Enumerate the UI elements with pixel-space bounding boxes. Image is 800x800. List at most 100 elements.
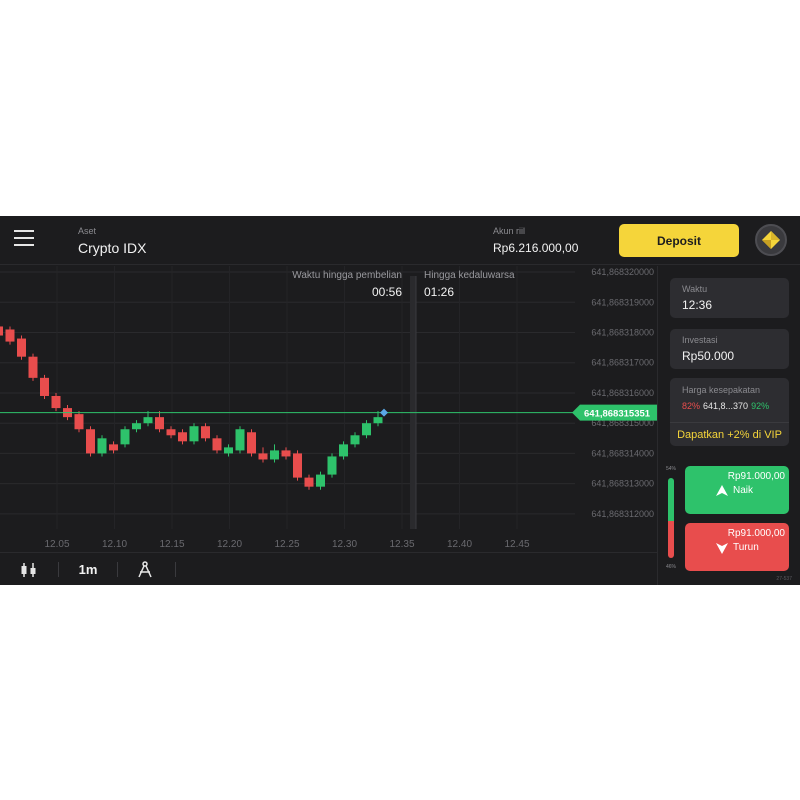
candle-down — [304, 477, 314, 487]
chart-type-button[interactable] — [14, 553, 44, 585]
payout-label: Harga kesepakatan — [682, 385, 761, 395]
y-tick-label: 641,868312000 — [591, 509, 654, 519]
investment-label: Investasi — [682, 335, 718, 345]
y-tick-label: 641,868314000 — [591, 448, 654, 458]
candle-down — [281, 450, 291, 457]
candle-up — [270, 450, 279, 460]
chart-canvas[interactable]: Waktu hingga pembelian 00:56 Hingga keda… — [0, 266, 657, 552]
down-button[interactable]: Rp91.000,00 Turun — [685, 523, 789, 571]
payout-low: 82% — [682, 401, 701, 411]
purchase-timer-label: Waktu hingga pembelian — [292, 270, 402, 281]
expiry-value: 01:26 — [424, 285, 454, 299]
down-label: Turun — [733, 542, 759, 553]
chart-toolbar: 1m — [0, 552, 657, 585]
candle-down — [86, 429, 95, 454]
up-button[interactable]: Rp91.000,00 Naik — [685, 466, 789, 514]
arrow-up-icon — [716, 485, 728, 496]
candle-up — [362, 423, 371, 436]
x-tick-label: 12.25 — [274, 539, 299, 550]
payout-high: 92% — [751, 401, 770, 411]
y-tick-label: 641,868319000 — [591, 297, 654, 307]
candle-down — [109, 444, 118, 451]
y-tick-label: 641,868316000 — [591, 388, 654, 398]
down-payout-amount: Rp91.000,00 — [727, 528, 785, 539]
y-tick-label: 641,868318000 — [591, 328, 654, 338]
candle-down — [166, 429, 176, 436]
sentiment-up-fill — [668, 478, 674, 522]
current-price-label: 641,868315351 — [584, 409, 651, 420]
sentiment-down-label: 46% — [666, 564, 677, 570]
deposit-button[interactable]: Deposit — [619, 224, 739, 257]
candle-up — [224, 447, 233, 454]
candle-up — [97, 438, 107, 454]
time-label: Waktu — [682, 284, 708, 294]
time-value: 12:36 — [682, 298, 713, 312]
candle-up — [373, 417, 383, 424]
asset-selector[interactable]: Crypto IDX — [78, 240, 146, 256]
payout-row: 82% 641,8...370 92% — [682, 401, 769, 411]
candle-down — [74, 414, 84, 430]
candle-up — [316, 474, 325, 487]
purchase-timer-value: 00:56 — [372, 285, 402, 299]
candle-down — [28, 356, 38, 378]
candle-down — [201, 426, 210, 439]
expiry-zone — [410, 276, 416, 529]
candle-down — [212, 438, 222, 451]
menu-icon[interactable] — [14, 230, 34, 248]
footer-note: 27-537 — [776, 576, 792, 582]
candle-down — [155, 417, 164, 430]
candle-down — [178, 432, 187, 442]
sentiment-bar — [668, 478, 674, 558]
investment-value: Rp50.000 — [682, 349, 735, 363]
candle-down — [51, 395, 61, 409]
candle-up — [120, 429, 130, 445]
x-tick-label: 12.10 — [102, 539, 127, 550]
candle-up — [327, 456, 337, 475]
payout-price: 641,8...370 — [703, 401, 749, 411]
account-balance[interactable]: Rp6.216.000,00 — [493, 241, 578, 255]
asset-label: Aset — [78, 226, 97, 236]
account-label: Akun riil — [493, 226, 526, 236]
y-tick-label: 641,868320000 — [591, 267, 654, 277]
investment-field[interactable]: Investasi Rp50.000 — [670, 329, 789, 369]
sentiment-up-label: 54% — [666, 466, 677, 472]
up-payout-amount: Rp91.000,00 — [727, 471, 785, 482]
candle-up — [132, 423, 141, 430]
candle-down — [5, 329, 15, 342]
candle-down — [258, 453, 268, 460]
x-tick-label: 12.05 — [44, 539, 69, 550]
payout-field: Harga kesepakatan 82% 641,8...370 92% Dapa… — [670, 378, 789, 446]
expiry-label: Hingga kedaluwarsa — [424, 270, 515, 281]
candle-up — [189, 426, 199, 442]
vip-status-button[interactable] — [755, 224, 787, 256]
trade-panel: Waktu 12:36 Investasi Rp50.000 Harga kes… — [657, 266, 800, 585]
time-field[interactable]: Waktu 12:36 — [670, 278, 789, 318]
x-tick-label: 12.15 — [159, 539, 184, 550]
drawing-compass-icon — [138, 560, 152, 577]
vip-offer-link[interactable]: Dapatkan +2% di VIP — [670, 422, 789, 446]
price-chart[interactable]: Waktu hingga pembelian 00:56 Hingga keda… — [0, 266, 657, 552]
header: Aset Crypto IDX Akun riil Rp6.216.000,00… — [0, 216, 800, 265]
candle-up — [143, 417, 153, 424]
x-tick-label: 12.45 — [504, 539, 529, 550]
candle-down — [293, 453, 302, 478]
trading-app: Aset Crypto IDX Akun riil Rp6.216.000,00… — [0, 216, 800, 585]
x-tick-label: 12.40 — [447, 539, 472, 550]
candle-down — [0, 326, 3, 336]
current-price-dot — [380, 408, 388, 417]
candle-down — [247, 432, 256, 454]
timeframe-button[interactable]: 1m — [70, 553, 106, 585]
y-tick-label: 641,868313000 — [591, 479, 654, 489]
candle-down — [17, 338, 26, 357]
drawing-tools-button[interactable] — [130, 553, 160, 585]
arrow-down-icon — [716, 543, 728, 554]
diamond-icon — [762, 231, 780, 249]
candle-up — [339, 444, 348, 457]
sentiment-down-fill — [668, 521, 674, 558]
candles-icon — [21, 562, 36, 577]
x-tick-label: 12.30 — [332, 539, 357, 550]
up-label: Naik — [733, 485, 754, 496]
y-tick-label: 641,868317000 — [591, 358, 654, 368]
candle-down — [40, 377, 49, 396]
x-tick-label: 12.20 — [217, 539, 242, 550]
